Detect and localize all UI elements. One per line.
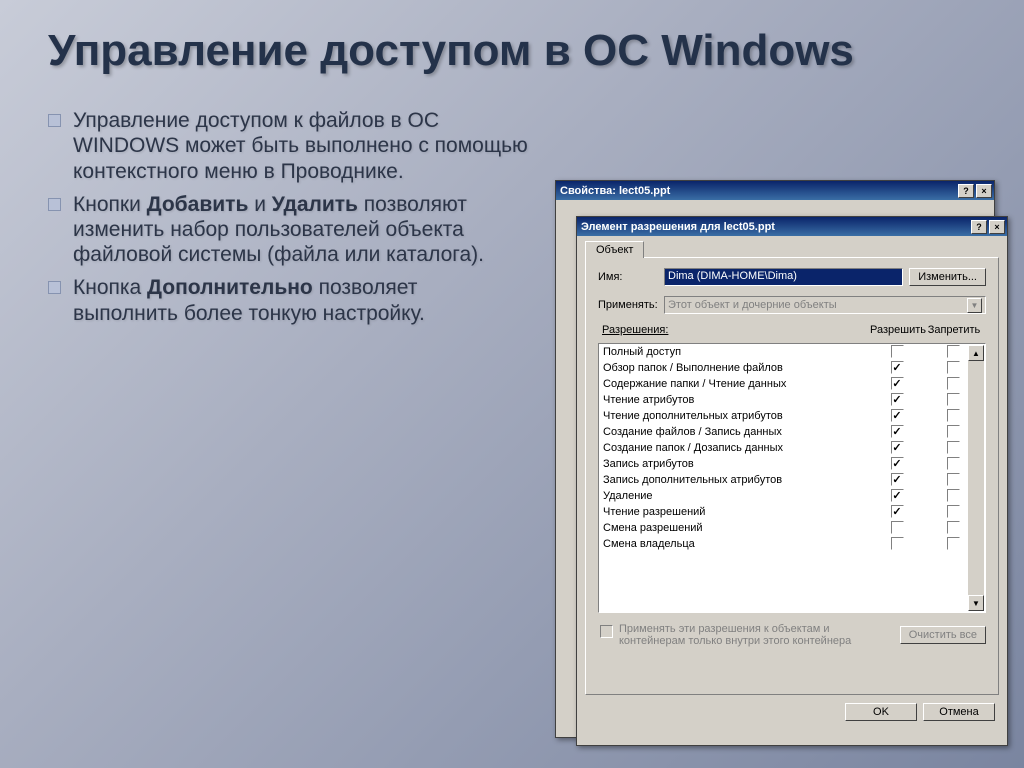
- allow-checkbox[interactable]: ✓: [891, 473, 904, 486]
- allow-checkbox[interactable]: ✓: [891, 409, 904, 422]
- deny-checkbox[interactable]: [947, 489, 960, 502]
- permission-row: Обзор папок / Выполнение файлов ✓: [599, 360, 985, 376]
- allow-checkbox[interactable]: ✓: [891, 425, 904, 438]
- bullet-text: Управление доступом к файлов в ОС WINDOW…: [73, 109, 528, 182]
- cancel-button[interactable]: Отмена: [923, 703, 995, 721]
- titlebar[interactable]: Свойства: lect05.ppt ? ×: [556, 181, 994, 200]
- inherit-checkbox[interactable]: [600, 625, 613, 638]
- permission-name: Смена разрешений: [603, 522, 869, 534]
- permission-name: Полный доступ: [603, 346, 869, 358]
- bullet-text: Кнопки: [73, 193, 147, 216]
- deny-header: Запретить: [926, 324, 982, 336]
- permission-row: Смена владельца: [599, 536, 985, 552]
- chevron-down-icon[interactable]: ▼: [967, 298, 982, 313]
- permission-row: Запись дополнительных атрибутов ✓: [599, 472, 985, 488]
- allow-checkbox[interactable]: ✓: [891, 505, 904, 518]
- permission-row: Запись атрибутов ✓: [599, 456, 985, 472]
- allow-checkbox[interactable]: [891, 521, 904, 534]
- permission-row: Чтение атрибутов ✓: [599, 392, 985, 408]
- bullet-marker-icon: [48, 114, 61, 127]
- allow-checkbox[interactable]: [891, 537, 904, 550]
- permission-row: Чтение дополнительных атрибутов ✓: [599, 408, 985, 424]
- permission-name: Запись дополнительных атрибутов: [603, 474, 869, 486]
- slide-title: Управление доступом в ОС Windows: [0, 0, 1024, 84]
- permission-row: Смена разрешений: [599, 520, 985, 536]
- allow-checkbox[interactable]: ✓: [891, 361, 904, 374]
- permission-name: Запись атрибутов: [603, 458, 869, 470]
- tab-object[interactable]: Объект: [585, 241, 644, 258]
- scroll-down-icon[interactable]: ▼: [968, 595, 984, 611]
- allow-checkbox[interactable]: ✓: [891, 489, 904, 502]
- bullet-text: Кнопка: [73, 276, 147, 299]
- permission-name: Создание папок / Дозапись данных: [603, 442, 869, 454]
- permission-row: Создание папок / Дозапись данных ✓: [599, 440, 985, 456]
- permission-row: Удаление ✓: [599, 488, 985, 504]
- dropdown-value: Этот объект и дочерние объекты: [668, 299, 837, 311]
- deny-checkbox[interactable]: [947, 425, 960, 438]
- bullet-bold: Дополнительно: [147, 276, 313, 299]
- permission-entry-dialog: Элемент разрешения для lect05.ppt ? × Об…: [576, 216, 1008, 746]
- deny-checkbox[interactable]: [947, 361, 960, 374]
- bullet-list: Управление доступом к файлов в ОС WINDOW…: [48, 88, 528, 334]
- scroll-up-icon[interactable]: ▲: [968, 345, 984, 361]
- close-icon[interactable]: ×: [976, 184, 992, 198]
- close-icon[interactable]: ×: [989, 220, 1005, 234]
- bullet-bold: Добавить: [147, 193, 249, 216]
- allow-checkbox[interactable]: [891, 345, 904, 358]
- permission-name: Чтение разрешений: [603, 506, 869, 518]
- clear-all-button[interactable]: Очистить все: [900, 626, 986, 644]
- help-icon[interactable]: ?: [971, 220, 987, 234]
- window-title: Свойства: lect05.ppt: [560, 185, 670, 197]
- permission-row: Содержание папки / Чтение данных ✓: [599, 376, 985, 392]
- bullet-marker-icon: [48, 281, 61, 294]
- allow-header: Разрешить: [870, 324, 926, 336]
- bullet-bold: Удалить: [272, 193, 358, 216]
- deny-checkbox[interactable]: [947, 537, 960, 550]
- permissions-list: Полный доступ Обзор папок / Выполнение фа…: [598, 343, 986, 613]
- deny-checkbox[interactable]: [947, 441, 960, 454]
- permission-name: Удаление: [603, 490, 869, 502]
- deny-checkbox[interactable]: [947, 377, 960, 390]
- deny-checkbox[interactable]: [947, 521, 960, 534]
- allow-checkbox[interactable]: ✓: [891, 441, 904, 454]
- permission-name: Чтение атрибутов: [603, 394, 869, 406]
- allow-checkbox[interactable]: ✓: [891, 393, 904, 406]
- bullet-item: Кнопка Дополнительно позволяет выполнить…: [48, 275, 528, 325]
- permissions-header-row: Разрешения: Разрешить Запретить: [598, 324, 986, 339]
- name-label: Имя:: [598, 271, 664, 283]
- bullet-item: Кнопки Добавить и Удалить позволяют изме…: [48, 192, 528, 268]
- window-title: Элемент разрешения для lect05.ppt: [581, 221, 775, 233]
- ok-button[interactable]: OK: [845, 703, 917, 721]
- deny-checkbox[interactable]: [947, 345, 960, 358]
- permissions-header: Разрешения:: [602, 324, 870, 336]
- bullet-text: и: [248, 193, 271, 216]
- deny-checkbox[interactable]: [947, 473, 960, 486]
- apply-to-dropdown[interactable]: Этот объект и дочерние объекты ▼: [664, 296, 986, 314]
- permission-name: Чтение дополнительных атрибутов: [603, 410, 869, 422]
- deny-checkbox[interactable]: [947, 505, 960, 518]
- tab-panel: Имя: Dima (DIMA-HOME\Dima) Изменить... П…: [585, 257, 999, 695]
- permission-row: Полный доступ: [599, 344, 985, 360]
- deny-checkbox[interactable]: [947, 457, 960, 470]
- bullet-item: Управление доступом к файлов в ОС WINDOW…: [48, 108, 528, 184]
- name-field[interactable]: Dima (DIMA-HOME\Dima): [664, 268, 903, 286]
- inherit-note: Применять эти разрешения к объектам и ко…: [619, 623, 894, 647]
- permission-row: Создание файлов / Запись данных ✓: [599, 424, 985, 440]
- allow-checkbox[interactable]: ✓: [891, 377, 904, 390]
- apply-to-label: Применять:: [598, 299, 664, 311]
- permission-name: Обзор папок / Выполнение файлов: [603, 362, 869, 374]
- titlebar[interactable]: Элемент разрешения для lect05.ppt ? ×: [577, 217, 1007, 236]
- permission-name: Содержание папки / Чтение данных: [603, 378, 869, 390]
- allow-checkbox[interactable]: ✓: [891, 457, 904, 470]
- permission-row: Чтение разрешений ✓: [599, 504, 985, 520]
- bullet-marker-icon: [48, 198, 61, 211]
- permission-name: Создание файлов / Запись данных: [603, 426, 869, 438]
- change-button[interactable]: Изменить...: [909, 268, 986, 286]
- scrollbar[interactable]: ▲ ▼: [968, 345, 984, 611]
- help-icon[interactable]: ?: [958, 184, 974, 198]
- deny-checkbox[interactable]: [947, 409, 960, 422]
- deny-checkbox[interactable]: [947, 393, 960, 406]
- permission-name: Смена владельца: [603, 538, 869, 550]
